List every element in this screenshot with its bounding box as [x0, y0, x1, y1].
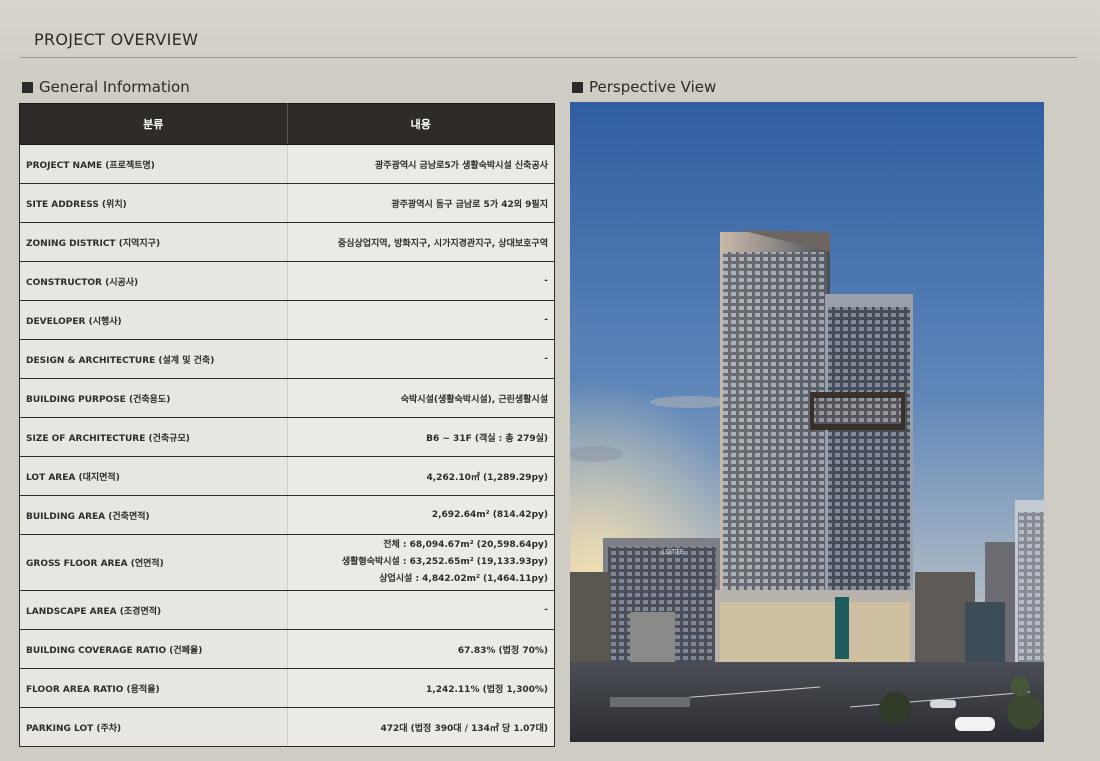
row-value: B6 ~ 31F (객실 : 총 279실) [287, 417, 555, 457]
row-label: DESIGN & ARCHITECTURE (설계 및 건축) [19, 339, 288, 379]
table-row: SIZE OF ARCHITECTURE (건축규모) B6 ~ 31F (객실… [19, 417, 555, 457]
table-row: DEVELOPER (시행사) - [19, 300, 555, 340]
row-value: - [287, 590, 555, 630]
row-value: - [287, 300, 555, 340]
perspective-view-heading-text: Perspective View [589, 78, 717, 96]
row-value: - [287, 339, 555, 379]
gross-floor-commercial: 상업시설 : 4,842.02m² (1,464.11py) [379, 574, 548, 584]
row-label: CONSTRUCTOR (시공사) [19, 261, 288, 301]
row-value: 숙박시설(생활숙박시설), 근린생활시설 [287, 378, 555, 418]
row-label: ZONING DISTRICT (지역지구) [19, 222, 288, 262]
row-value: - [287, 261, 555, 301]
table-row: PROJECT NAME (프로젝트명) 광주광역시 금남로5가 생활숙박시설 … [19, 144, 555, 184]
table-row: BUILDING PURPOSE (건축용도) 숙박시설(생활숙박시설), 근린… [19, 378, 555, 418]
table-row: SITE ADDRESS (위치) 광주광역시 동구 금남로 5가 42외 9필… [19, 183, 555, 223]
table-row: DESIGN & ARCHITECTURE (설계 및 건축) - [19, 339, 555, 379]
table-row: LOT AREA (대지면적) 4,262.10㎡ (1,289.29py) [19, 456, 555, 496]
square-bullet-icon [572, 81, 583, 93]
perspective-image: LOTTE [570, 102, 1044, 742]
row-label: PROJECT NAME (프로젝트명) [19, 144, 288, 184]
row-label: BUILDING AREA (건축면적) [19, 495, 288, 535]
row-label: PARKING LOT (주차) [19, 707, 288, 747]
row-label: BUILDING COVERAGE RATIO (건폐율) [19, 629, 288, 669]
general-info-table: 분류 내용 PROJECT NAME (프로젝트명) 광주광역시 금남로5가 생… [19, 103, 555, 747]
row-label: BUILDING PURPOSE (건축용도) [19, 378, 288, 418]
gross-floor-total: 전체 : 68,094.67m² (20,598.64py) [383, 540, 548, 550]
table-header-row: 분류 내용 [19, 103, 555, 145]
table-row: PARKING LOT (주차) 472대 (법정 390대 / 134㎡ 당 … [19, 707, 555, 747]
row-value: 광주광역시 금남로5가 생활숙박시설 신축공사 [287, 144, 555, 184]
header-category: 분류 [19, 103, 288, 145]
row-value: 광주광역시 동구 금남로 5가 42외 9필지 [287, 183, 555, 223]
row-label: FLOOR AREA RATIO (용적율) [19, 668, 288, 708]
row-label: GROSS FLOOR AREA (연면적) [19, 534, 288, 591]
perspective-view-heading: Perspective View [572, 78, 716, 96]
square-bullet-icon [22, 81, 33, 93]
general-info-heading-text: General Information [39, 78, 190, 96]
page-title: PROJECT OVERVIEW [34, 30, 199, 49]
table-row: LANDSCAPE AREA (조경면적) - [19, 590, 555, 630]
row-label: LANDSCAPE AREA (조경면적) [19, 590, 288, 630]
gross-floor-residential: 생활형숙박시설 : 63,252.65m² (19,133.93py) [341, 557, 548, 567]
row-label: LOT AREA (대지면적) [19, 456, 288, 496]
row-value: 1,242.11% (법정 1,300%) [287, 668, 555, 708]
row-label: SIZE OF ARCHITECTURE (건축규모) [19, 417, 288, 457]
row-value: 4,262.10㎡ (1,289.29py) [287, 456, 555, 496]
row-value: 472대 (법정 390대 / 134㎡ 당 1.07대) [287, 707, 555, 747]
row-value: 중심상업지역, 방화지구, 시가지경관지구, 상대보호구역 [287, 222, 555, 262]
row-label: DEVELOPER (시행사) [19, 300, 288, 340]
table-row: CONSTRUCTOR (시공사) - [19, 261, 555, 301]
row-value-multiline: 전체 : 68,094.67m² (20,598.64py) 생활형숙박시설 :… [287, 534, 555, 591]
building-sign-text: LOTTE [662, 548, 684, 556]
row-label: SITE ADDRESS (위치) [19, 183, 288, 223]
header-content: 내용 [286, 103, 555, 145]
table-row: ZONING DISTRICT (지역지구) 중심상업지역, 방화지구, 시가지… [19, 222, 555, 262]
table-row: BUILDING AREA (건축면적) 2,692.64m² (814.42p… [19, 495, 555, 535]
table-row: FLOOR AREA RATIO (용적율) 1,242.11% (법정 1,3… [19, 668, 555, 708]
row-value: 2,692.64m² (814.42py) [287, 495, 555, 535]
general-info-heading: General Information [22, 78, 190, 96]
table-row: BUILDING COVERAGE RATIO (건폐율) 67.83% (법정… [19, 629, 555, 669]
row-value: 67.83% (법정 70%) [287, 629, 555, 669]
title-divider [20, 57, 1077, 58]
table-row: GROSS FLOOR AREA (연면적) 전체 : 68,094.67m² … [19, 534, 555, 591]
